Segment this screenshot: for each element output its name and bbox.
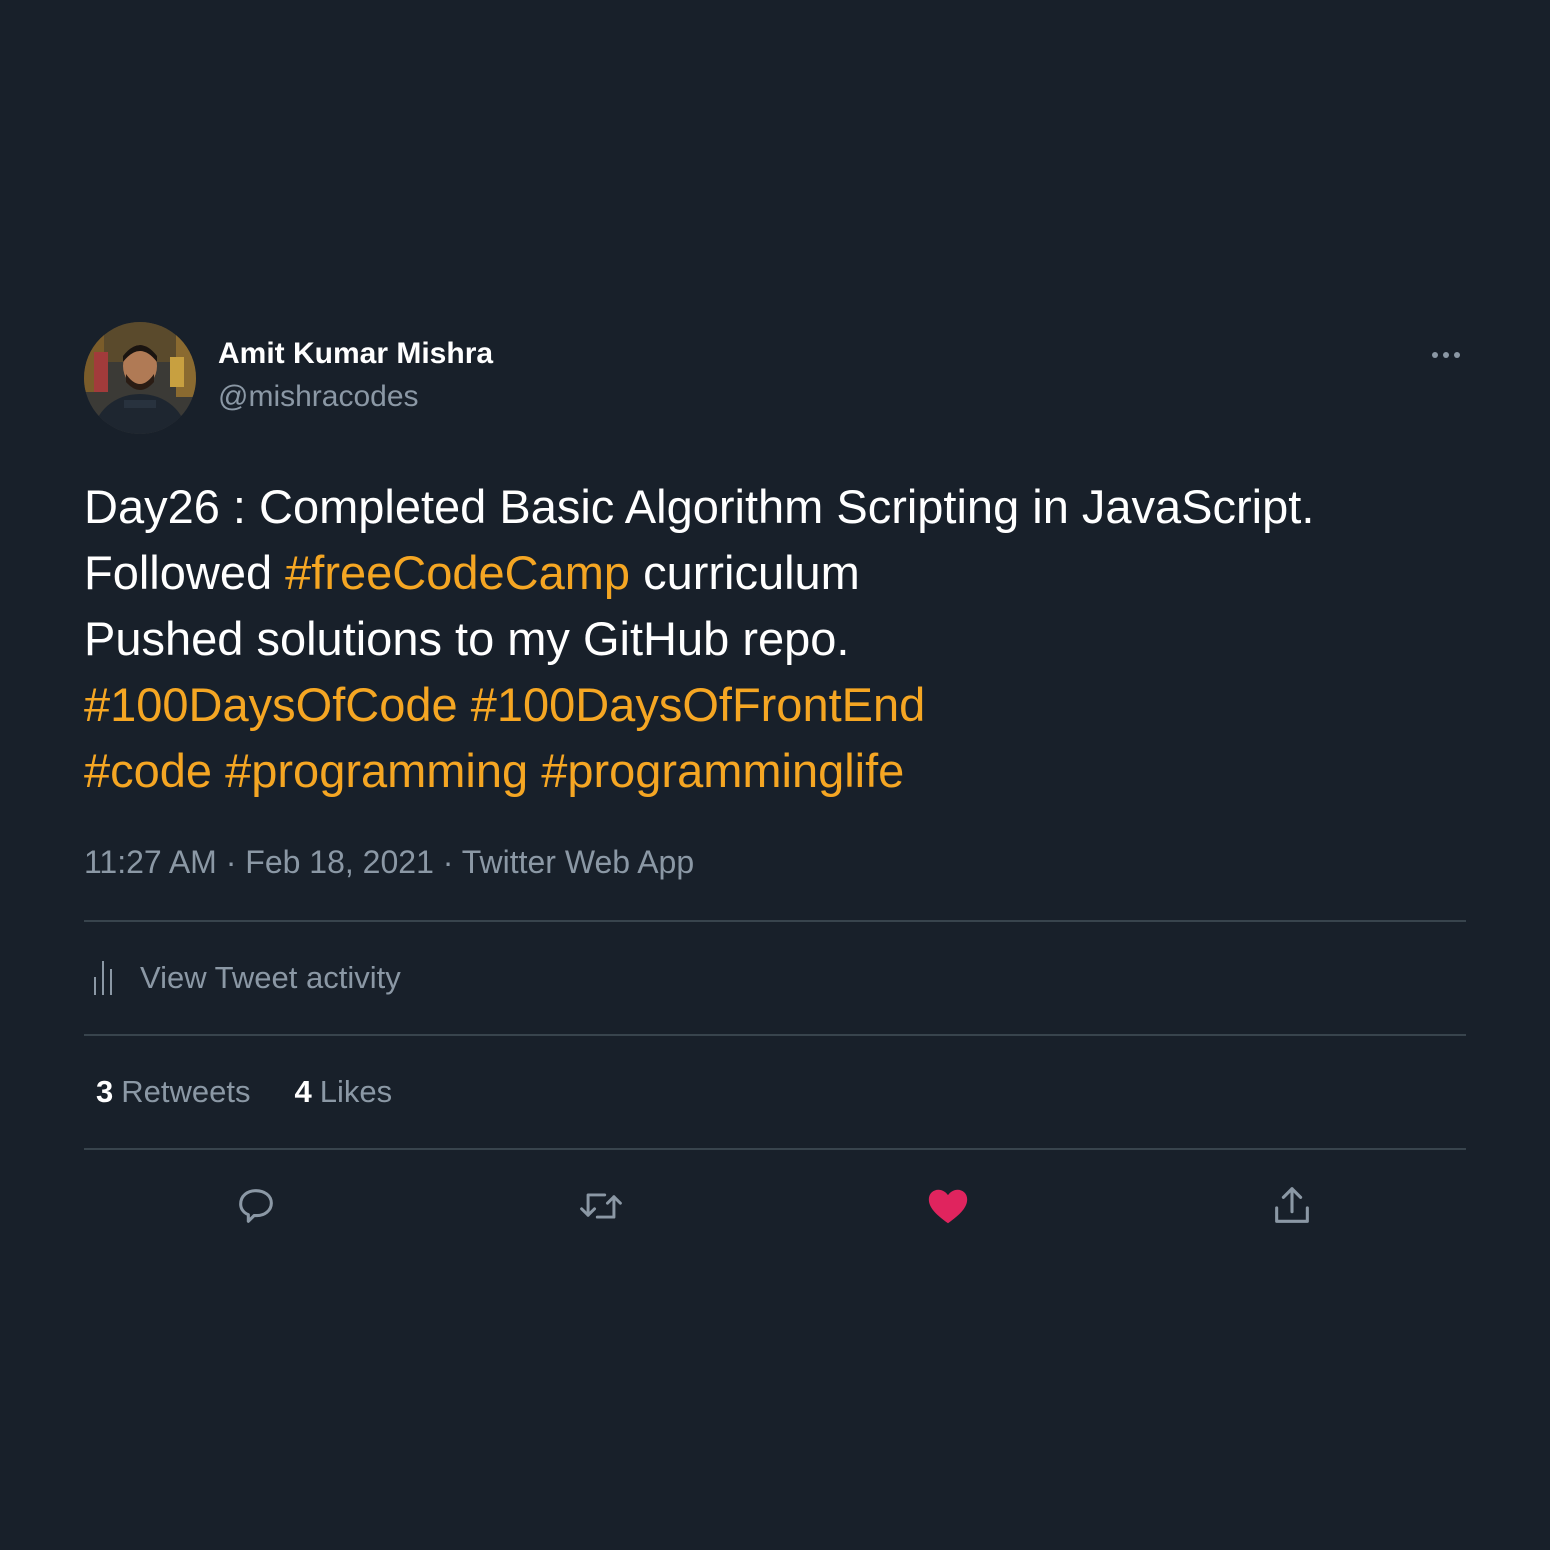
tweet-line: #100DaysOfCode #100DaysOfFrontEnd: [84, 672, 1466, 738]
hashtag-link[interactable]: #programminglife: [541, 744, 904, 797]
hashtag-link[interactable]: #100DaysOfFrontEnd: [471, 678, 926, 731]
share-button[interactable]: [1268, 1182, 1316, 1230]
more-dot-icon: [1443, 352, 1449, 358]
tweet-source-app[interactable]: Twitter Web App: [462, 844, 694, 880]
hashtag-link[interactable]: #freeCodeCamp: [285, 546, 630, 599]
avatar[interactable]: [84, 322, 196, 434]
avatar-photo: [84, 322, 196, 434]
reply-button[interactable]: [232, 1182, 280, 1230]
like-button[interactable]: [924, 1182, 972, 1230]
retweets-stat[interactable]: 3 Retweets: [96, 1074, 250, 1110]
tweet-text-segment: curriculum: [630, 546, 860, 599]
more-dot-icon: [1432, 352, 1438, 358]
heart-icon: [928, 1189, 968, 1224]
tweet-line: Day26 : Completed Basic Algorithm Script…: [84, 480, 1315, 533]
retweet-button[interactable]: [577, 1182, 625, 1230]
likes-stat[interactable]: 4 Likes: [294, 1074, 392, 1110]
tweet-actions: [84, 1150, 1466, 1262]
tweet-date[interactable]: Feb 18, 2021: [245, 844, 434, 880]
tweet-line: #code #programming #programminglife: [84, 738, 1466, 804]
view-tweet-activity-label: View Tweet activity: [140, 960, 401, 995]
more-dot-icon: [1454, 352, 1460, 358]
more-options-button[interactable]: [1426, 340, 1466, 370]
meta-separator: ·: [433, 844, 462, 880]
hashtag-link[interactable]: #code: [84, 744, 212, 797]
view-tweet-activity-button[interactable]: View Tweet activity: [84, 922, 1466, 1034]
tweet-line: Pushed solutions to my GitHub repo.: [84, 612, 850, 665]
author-block: Amit Kumar Mishra @mishracodes: [218, 336, 493, 416]
tweet-text-segment: Followed: [84, 546, 286, 599]
hashtag-link[interactable]: #programming: [225, 744, 528, 797]
tweet-time[interactable]: 11:27 AM: [84, 844, 217, 880]
meta-separator: ·: [216, 844, 246, 880]
retweets-label: Retweets: [121, 1074, 251, 1109]
tweet-text: Day26 : Completed Basic Algorithm Script…: [84, 474, 1466, 804]
retweets-count: 3: [96, 1074, 114, 1109]
tweet-header: Amit Kumar Mishra @mishracodes: [84, 322, 1466, 434]
tweet-line: Followed #freeCodeCamp curriculum: [84, 540, 1466, 606]
likes-label: Likes: [319, 1074, 393, 1109]
analytics-bars-icon: [94, 961, 118, 995]
reply-icon: [239, 1189, 273, 1223]
retweet-icon: [580, 1193, 622, 1219]
author-handle[interactable]: @mishracodes: [218, 378, 493, 416]
hashtag-link[interactable]: #100DaysOfCode: [84, 678, 458, 731]
tweet-card: Amit Kumar Mishra @mishracodes Day26 : C…: [84, 322, 1466, 1262]
tweet-meta: 11:27 AM · Feb 18, 2021 · Twitter Web Ap…: [84, 842, 1466, 882]
likes-count: 4: [294, 1074, 312, 1109]
share-icon: [1275, 1187, 1309, 1223]
author-display-name[interactable]: Amit Kumar Mishra: [218, 336, 493, 372]
tweet-stats: 3 Retweets 4 Likes: [84, 1036, 1466, 1148]
